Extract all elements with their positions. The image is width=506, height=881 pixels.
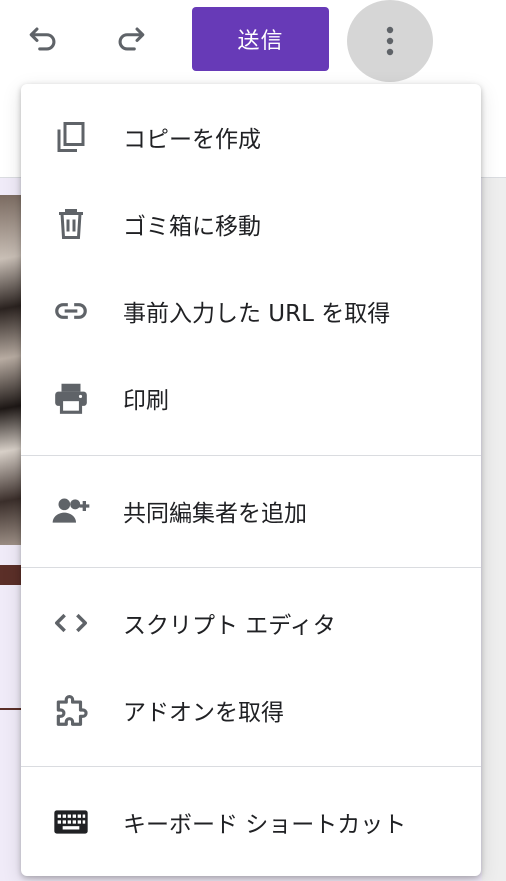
menu-item-label: スクリプト エディタ bbox=[123, 613, 336, 639]
more-vert-icon bbox=[386, 26, 394, 56]
menu-separator bbox=[21, 455, 481, 456]
menu-separator bbox=[21, 766, 481, 767]
menu-item-make-copy[interactable]: コピーを作成 bbox=[21, 94, 481, 180]
menu-item-label: 事前入力した URL を取得 bbox=[123, 301, 391, 327]
keyboard-icon bbox=[49, 800, 93, 844]
menu-item-prefilled-url[interactable]: 事前入力した URL を取得 bbox=[21, 268, 481, 354]
trash-icon bbox=[49, 202, 93, 246]
menu-item-label: コピーを作成 bbox=[123, 127, 261, 153]
undo-button[interactable] bbox=[20, 15, 68, 63]
more-options-button[interactable] bbox=[347, 0, 433, 82]
send-button[interactable]: 送信 bbox=[192, 7, 329, 71]
menu-item-add-collaborators[interactable]: 共同編集者を追加 bbox=[21, 468, 481, 554]
menu-item-label: ゴミ箱に移動 bbox=[123, 214, 261, 240]
code-icon bbox=[49, 601, 93, 645]
link-icon bbox=[49, 289, 93, 333]
menu-item-label: 共同編集者を追加 bbox=[123, 501, 307, 527]
add-people-icon bbox=[49, 489, 93, 533]
redo-button[interactable] bbox=[106, 15, 154, 63]
page-side-area bbox=[482, 178, 506, 881]
redo-icon bbox=[118, 27, 145, 51]
puzzle-icon bbox=[49, 688, 93, 732]
undo-icon bbox=[29, 27, 56, 51]
copy-icon bbox=[49, 115, 93, 159]
menu-item-keyboard-shortcuts[interactable]: キーボード ショートカット bbox=[21, 779, 481, 865]
print-icon bbox=[49, 376, 93, 420]
menu-item-script-editor[interactable]: スクリプト エディタ bbox=[21, 580, 481, 666]
menu-item-label: 印刷 bbox=[123, 388, 169, 414]
menu-item-label: アドオンを取得 bbox=[123, 700, 284, 726]
menu-item-label: キーボード ショートカット bbox=[123, 812, 407, 838]
more-options-menu: コピーを作成 ゴミ箱に移動 事前入力した URL を取得 印刷 共同編集者を追加… bbox=[21, 84, 481, 876]
menu-item-move-to-trash[interactable]: ゴミ箱に移動 bbox=[21, 181, 481, 267]
menu-item-get-addons[interactable]: アドオンを取得 bbox=[21, 667, 481, 753]
menu-item-print[interactable]: 印刷 bbox=[21, 355, 481, 441]
top-toolbar: 送信 bbox=[0, 0, 506, 82]
menu-separator bbox=[21, 567, 481, 568]
